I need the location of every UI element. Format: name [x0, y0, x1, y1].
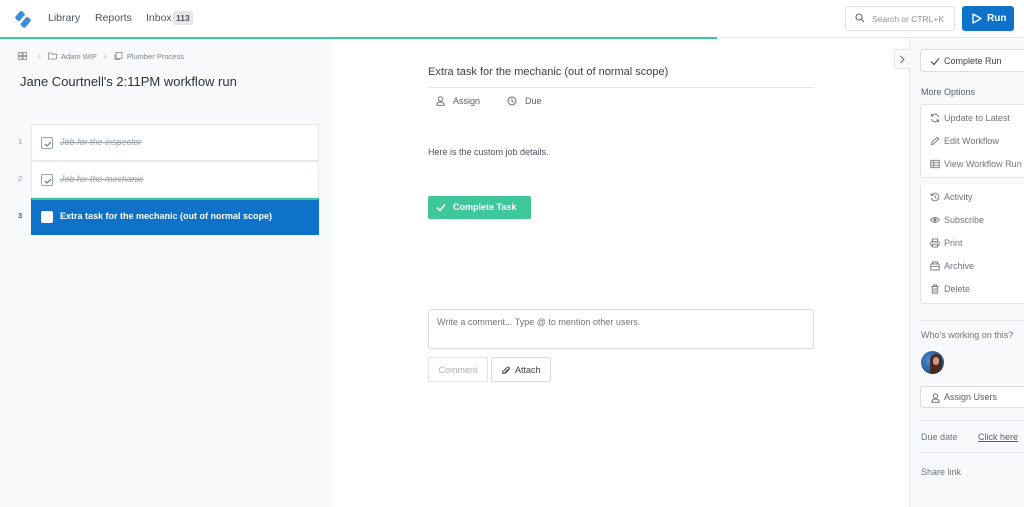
- nav-library[interactable]: Library: [48, 12, 80, 24]
- search-placeholder: Search or CTRL+K: [872, 14, 945, 24]
- task-card[interactable]: Extra task for the mechanic (out of norm…: [31, 198, 319, 235]
- update-to-latest-option[interactable]: Update to Latest: [930, 113, 1010, 123]
- task-card[interactable]: Job for the mechanic: [31, 161, 319, 198]
- who-working-label: Who's working on this?: [921, 330, 1014, 340]
- check-icon: [930, 58, 940, 66]
- divider: [920, 420, 1024, 421]
- task-checkbox-checked[interactable]: [41, 174, 53, 186]
- run-button[interactable]: Run: [962, 6, 1014, 31]
- due-date-label: Due date: [921, 432, 958, 442]
- task-row-active[interactable]: 3 Extra task for the mechanic (out of no…: [0, 198, 332, 235]
- print-option[interactable]: Print: [930, 238, 963, 248]
- chevron-right-icon: [900, 55, 905, 64]
- share-link-label: Share link: [921, 467, 962, 477]
- nav-reports[interactable]: Reports: [95, 12, 132, 24]
- archive-icon: [930, 261, 940, 271]
- option-label: Subscribe: [944, 215, 985, 225]
- activity-option[interactable]: Activity: [930, 192, 973, 202]
- option-label: View Workflow Run: [944, 159, 1022, 169]
- task-number: 2: [18, 174, 23, 183]
- breadcrumb-folder[interactable]: Adam WIP: [61, 52, 97, 61]
- run-title: Jane Courtnell's 2:11PM workflow run: [20, 74, 237, 89]
- eye-icon: [930, 217, 940, 223]
- assign-users-button[interactable]: Assign Users: [920, 386, 1024, 408]
- assign-label: Assign: [453, 96, 481, 106]
- table-icon: [930, 159, 940, 169]
- workflow-icon: [114, 52, 123, 60]
- task-sidebar: › Adam WIP › Plumber Process Jane Courtn…: [0, 39, 332, 507]
- divider: [428, 87, 814, 88]
- search-input[interactable]: Search or CTRL+K: [845, 6, 955, 31]
- task-row[interactable]: 1 Job for the inspector: [0, 124, 332, 161]
- logo-icon[interactable]: [14, 9, 34, 29]
- breadcrumb-separator: ›: [103, 51, 107, 61]
- task-checkbox-checked[interactable]: [41, 137, 53, 149]
- printer-icon: [930, 238, 940, 248]
- task-label: Job for the mechanic: [60, 174, 144, 184]
- task-card[interactable]: Job for the inspector: [31, 124, 319, 161]
- complete-task-button[interactable]: Complete Task: [428, 196, 531, 219]
- comment-input[interactable]: [428, 309, 814, 349]
- nav-inbox[interactable]: Inbox: [146, 12, 172, 24]
- collapse-panel-button[interactable]: [894, 49, 910, 69]
- view-workflow-run-option[interactable]: View Workflow Run: [930, 159, 1022, 169]
- breadcrumb-workflow[interactable]: Plumber Process: [127, 52, 184, 61]
- due-button[interactable]: Due: [507, 96, 542, 106]
- check-icon: [436, 203, 446, 212]
- task-row[interactable]: 2 Job for the mechanic: [0, 161, 332, 198]
- task-number: 1: [18, 137, 23, 146]
- divider: [920, 320, 1024, 321]
- subscribe-option[interactable]: Subscribe: [930, 215, 984, 225]
- task-number: 3: [18, 211, 23, 220]
- history-icon: [930, 192, 940, 202]
- options-group: Activity Subscribe Print Archive Delete: [920, 184, 1024, 304]
- user-icon: [436, 96, 445, 106]
- trash-icon: [931, 284, 939, 294]
- divider: [920, 452, 1024, 453]
- search-icon: [855, 13, 865, 23]
- breadcrumb-separator: ›: [38, 51, 41, 61]
- folder-icon: [48, 52, 57, 60]
- avatar-face: [933, 357, 939, 365]
- complete-task-label: Complete Task: [453, 202, 517, 212]
- user-icon: [931, 393, 940, 403]
- option-label: Activity: [944, 192, 973, 202]
- home-icon[interactable]: [18, 52, 27, 60]
- task-label: Job for the inspector: [60, 137, 142, 147]
- complete-run-button[interactable]: Complete Run: [920, 49, 1024, 72]
- option-label: Archive: [944, 261, 975, 271]
- task-title: Extra task for the mechanic (out of norm…: [428, 66, 669, 78]
- clock-icon: [507, 96, 517, 106]
- user-avatar[interactable]: [921, 351, 944, 374]
- task-details-text: Here is the custom job details.: [428, 147, 549, 157]
- top-nav: Library Reports Inbox 113 Search or CTRL…: [0, 0, 1024, 39]
- options-group: Update to Latest Edit Workflow View Work…: [920, 104, 1024, 178]
- task-label: Extra task for the mechanic (out of norm…: [60, 211, 273, 221]
- paperclip-icon: [502, 366, 510, 375]
- play-icon: [972, 13, 982, 24]
- attach-button[interactable]: Attach: [491, 357, 551, 382]
- delete-option[interactable]: Delete: [930, 284, 970, 294]
- pencil-icon: [930, 136, 940, 146]
- option-label: Print: [944, 238, 963, 248]
- option-label: Edit Workflow: [944, 136, 999, 146]
- assign-button[interactable]: Assign: [436, 96, 480, 106]
- breadcrumb: › Adam WIP › Plumber Process: [18, 51, 184, 61]
- edit-workflow-option[interactable]: Edit Workflow: [930, 136, 999, 146]
- comment-button[interactable]: Comment: [428, 357, 488, 382]
- inbox-count-badge: 113: [173, 11, 193, 25]
- run-label: Run: [987, 13, 1007, 24]
- due-label: Due: [525, 96, 542, 106]
- archive-option[interactable]: Archive: [930, 261, 974, 271]
- refresh-icon: [931, 113, 939, 123]
- complete-run-label: Complete Run: [944, 56, 1002, 66]
- due-date-link[interactable]: Click here: [978, 432, 1018, 442]
- option-label: Update to Latest: [944, 113, 1011, 123]
- task-checkbox[interactable]: [41, 211, 53, 223]
- assign-users-label: Assign Users: [944, 392, 998, 402]
- option-label: Delete: [944, 284, 971, 294]
- task-list: 1 Job for the inspector 2 Job for the me…: [0, 124, 332, 235]
- more-options-label: More Options: [921, 87, 976, 97]
- attach-label: Attach: [515, 365, 541, 375]
